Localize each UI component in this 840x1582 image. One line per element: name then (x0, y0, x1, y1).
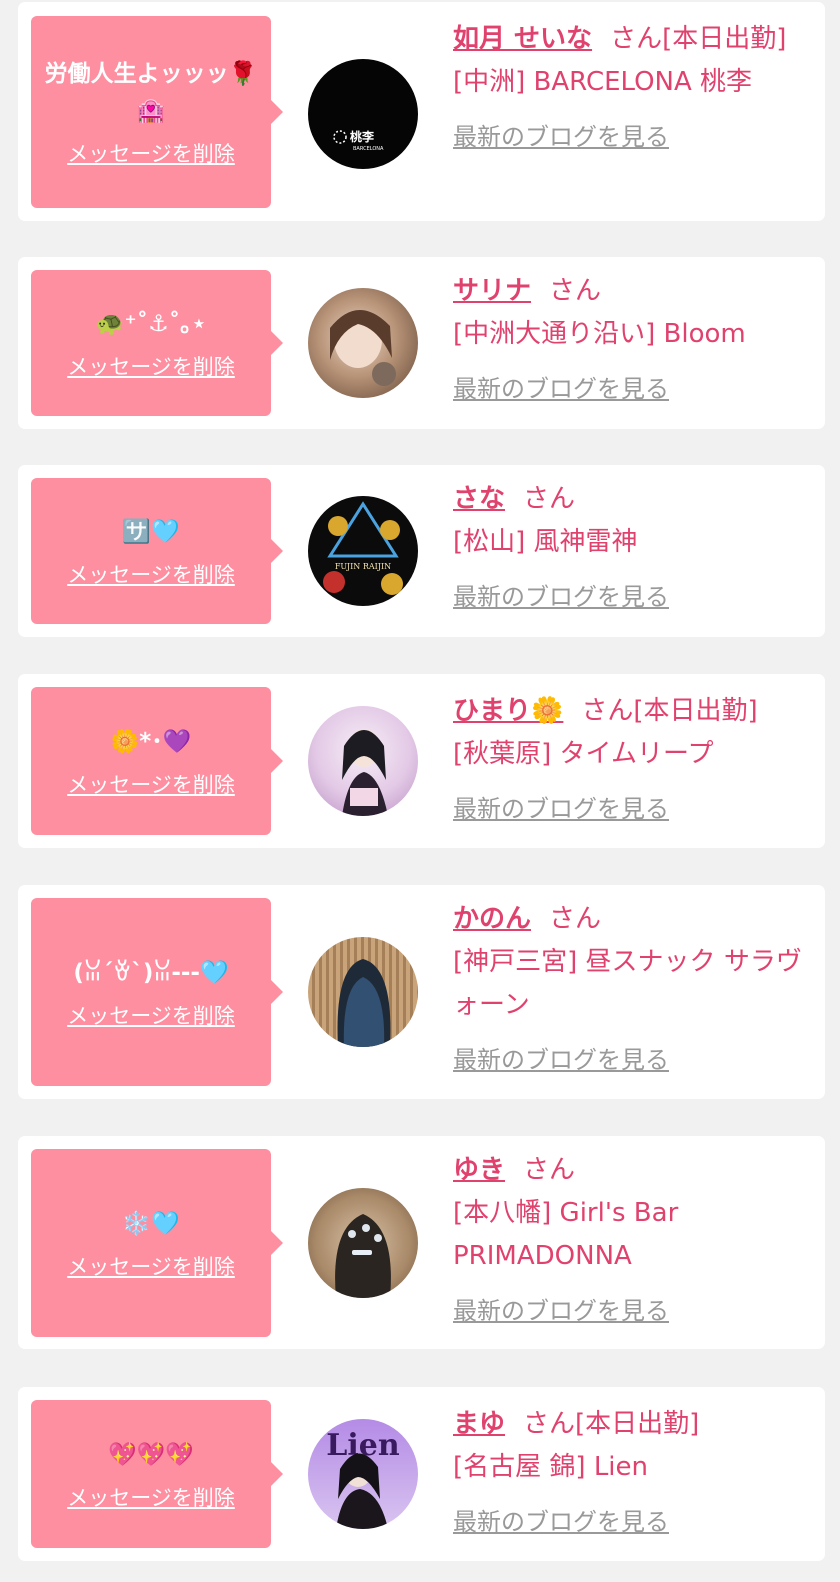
avatar[interactable] (308, 706, 418, 816)
san-label: さん (610, 24, 663, 54)
shop-name: [神戸三宮] 昼スナック サラヴォーン (453, 947, 802, 1020)
avatar[interactable] (308, 288, 418, 398)
entry-info: さな さん [松山] 風神雷神 最新のブログを見る (453, 478, 813, 612)
list-item: 🈂️🩵 メッセージを削除 FUJIN RAIJIN さな さん [松山] 風神雷神… (18, 465, 825, 637)
attendance-badge: [本日出勤] (633, 696, 758, 726)
delete-message-link[interactable]: メッセージを削除 (67, 1482, 235, 1512)
entry-info: 如月 せいな さん[本日出勤] [中洲] BARCELONA 桃李 最新のブログを… (453, 18, 813, 152)
message-text: 💖💖💖 (108, 1441, 194, 1468)
san-label: さん (523, 484, 576, 514)
latest-blog-link[interactable]: 最新のブログを見る (453, 789, 669, 824)
avatar-logo-text: 桃李 (350, 129, 375, 144)
message-text: (ꈍ´ꈊ`)ꈍ---🩵 (73, 959, 229, 986)
shop-name: [中洲] BARCELONA 桃李 (453, 67, 753, 97)
delete-message-link[interactable]: メッセージを削除 (67, 1251, 235, 1281)
entry-info: かのん さん [神戸三宮] 昼スナック サラヴォーン 最新のブログを見る (453, 898, 813, 1075)
message-list: 労働人生よッッッ🌹🏩 メッセージを削除 桃李 BARCELONA 如月 せいなさ… (0, 0, 840, 1582)
avatar[interactable] (308, 937, 418, 1047)
latest-blog-link[interactable]: 最新のブログを見る (453, 1040, 669, 1075)
latest-blog-link[interactable]: 最新のブログを見る (453, 1291, 669, 1326)
message-text: ❄️🩵 (122, 1210, 180, 1237)
san-label: さん (549, 904, 602, 934)
attendance-badge: [本日出勤] (575, 1409, 700, 1439)
list-item: 💖💖💖 メッセージを削除 Lien まゆ さん[本日出勤] [名古屋 錦] Lie… (18, 1387, 825, 1561)
message-bubble: ❄️🩵 メッセージを削除 (31, 1149, 283, 1337)
attendance-badge: [本日出勤] (662, 24, 787, 54)
avatar[interactable]: FUJIN RAIJIN (308, 496, 418, 606)
delete-message-link[interactable]: メッセージを削除 (67, 351, 235, 381)
san-label: さん (523, 1409, 576, 1439)
list-item: ❄️🩵 メッセージを削除 ゆき さん [本八幡] Girl's Bar PRIMA… (18, 1136, 825, 1349)
name-link[interactable]: ひまり🌼 (453, 696, 563, 726)
message-bubble: 🌼*･💜 メッセージを削除 (31, 687, 283, 835)
san-label: さん (549, 276, 602, 306)
latest-blog-link[interactable]: 最新のブログを見る (453, 369, 669, 404)
shop-name: [秋葉原] タイムリープ (453, 739, 714, 769)
san-label: さん (581, 696, 634, 726)
name-link[interactable]: さな (453, 484, 505, 514)
shop-name: [本八幡] Girl's Bar PRIMADONNA (453, 1198, 679, 1271)
name-line: さな さん (453, 478, 813, 521)
list-item: 労働人生よッッッ🌹🏩 メッセージを削除 桃李 BARCELONA 如月 せいなさ… (18, 2, 825, 221)
message-text: 労働人生よッッッ🌹🏩 (44, 61, 258, 124)
message-bubble: 🐢⁺˚⚓︎˚｡⋆ メッセージを削除 (31, 270, 283, 416)
san-label: さん (523, 1155, 576, 1185)
avatar-logo-text: FUJIN RAIJIN (335, 562, 391, 571)
shop-name: [中洲大通り沿い] Bloom (453, 319, 746, 349)
name-line: 如月 せいな さん[本日出勤] (453, 18, 813, 61)
avatar[interactable] (308, 1188, 418, 1298)
delete-message-link[interactable]: メッセージを削除 (67, 138, 235, 168)
name-link[interactable]: ゆき (453, 1155, 505, 1185)
name-link[interactable]: 如月 せいな (453, 24, 592, 54)
name-line: かのん さん (453, 898, 813, 941)
delete-message-link[interactable]: メッセージを削除 (67, 769, 235, 799)
entry-info: まゆ さん[本日出勤] [名古屋 錦] Lien 最新のブログを見る (453, 1403, 813, 1537)
latest-blog-link[interactable]: 最新のブログを見る (453, 577, 669, 612)
delete-message-link[interactable]: メッセージを削除 (67, 1000, 235, 1030)
latest-blog-link[interactable]: 最新のブログを見る (453, 1502, 669, 1537)
delete-message-link[interactable]: メッセージを削除 (67, 559, 235, 589)
message-text: 🌼*･💜 (110, 728, 192, 755)
message-bubble: 🈂️🩵 メッセージを削除 (31, 478, 283, 624)
entry-info: サリナ さん [中洲大通り沿い] Bloom 最新のブログを見る (453, 270, 813, 404)
name-line: ひまり🌼 さん[本日出勤] (453, 690, 813, 733)
name-link[interactable]: かのん (453, 904, 531, 934)
entry-info: ひまり🌼 さん[本日出勤] [秋葉原] タイムリープ 最新のブログを見る (453, 690, 813, 824)
message-bubble: 💖💖💖 メッセージを削除 (31, 1400, 283, 1548)
message-bubble: (ꈍ´ꈊ`)ꈍ---🩵 メッセージを削除 (31, 898, 283, 1086)
shop-name: [松山] 風神雷神 (453, 527, 638, 557)
list-item: (ꈍ´ꈊ`)ꈍ---🩵 メッセージを削除 かのん さん [神戸三宮] 昼スナック … (18, 885, 825, 1099)
message-text: 🐢⁺˚⚓︎˚｡⋆ (95, 310, 207, 337)
latest-blog-link[interactable]: 最新のブログを見る (453, 117, 669, 152)
list-item: 🌼*･💜 メッセージを削除 ひまり🌼 さん[本日出勤] [秋葉原] タイムリープ … (18, 674, 825, 848)
message-text: 🈂️🩵 (122, 518, 180, 545)
avatar[interactable]: Lien (308, 1419, 418, 1529)
name-line: ゆき さん (453, 1149, 813, 1192)
message-bubble: 労働人生よッッッ🌹🏩 メッセージを削除 (31, 16, 283, 208)
shop-name: [名古屋 錦] Lien (453, 1452, 649, 1482)
avatar-logo-subtext: BARCELONA (353, 146, 384, 152)
avatar[interactable]: 桃李 BARCELONA (308, 59, 418, 169)
name-link[interactable]: サリナ (453, 276, 531, 306)
name-link[interactable]: まゆ (453, 1409, 505, 1439)
entry-info: ゆき さん [本八幡] Girl's Bar PRIMADONNA 最新のブログを… (453, 1149, 813, 1326)
name-line: まゆ さん[本日出勤] (453, 1403, 813, 1446)
list-item: 🐢⁺˚⚓︎˚｡⋆ メッセージを削除 サリナ さん [中洲大通り沿い] Bloom … (18, 257, 825, 429)
name-line: サリナ さん (453, 270, 813, 313)
